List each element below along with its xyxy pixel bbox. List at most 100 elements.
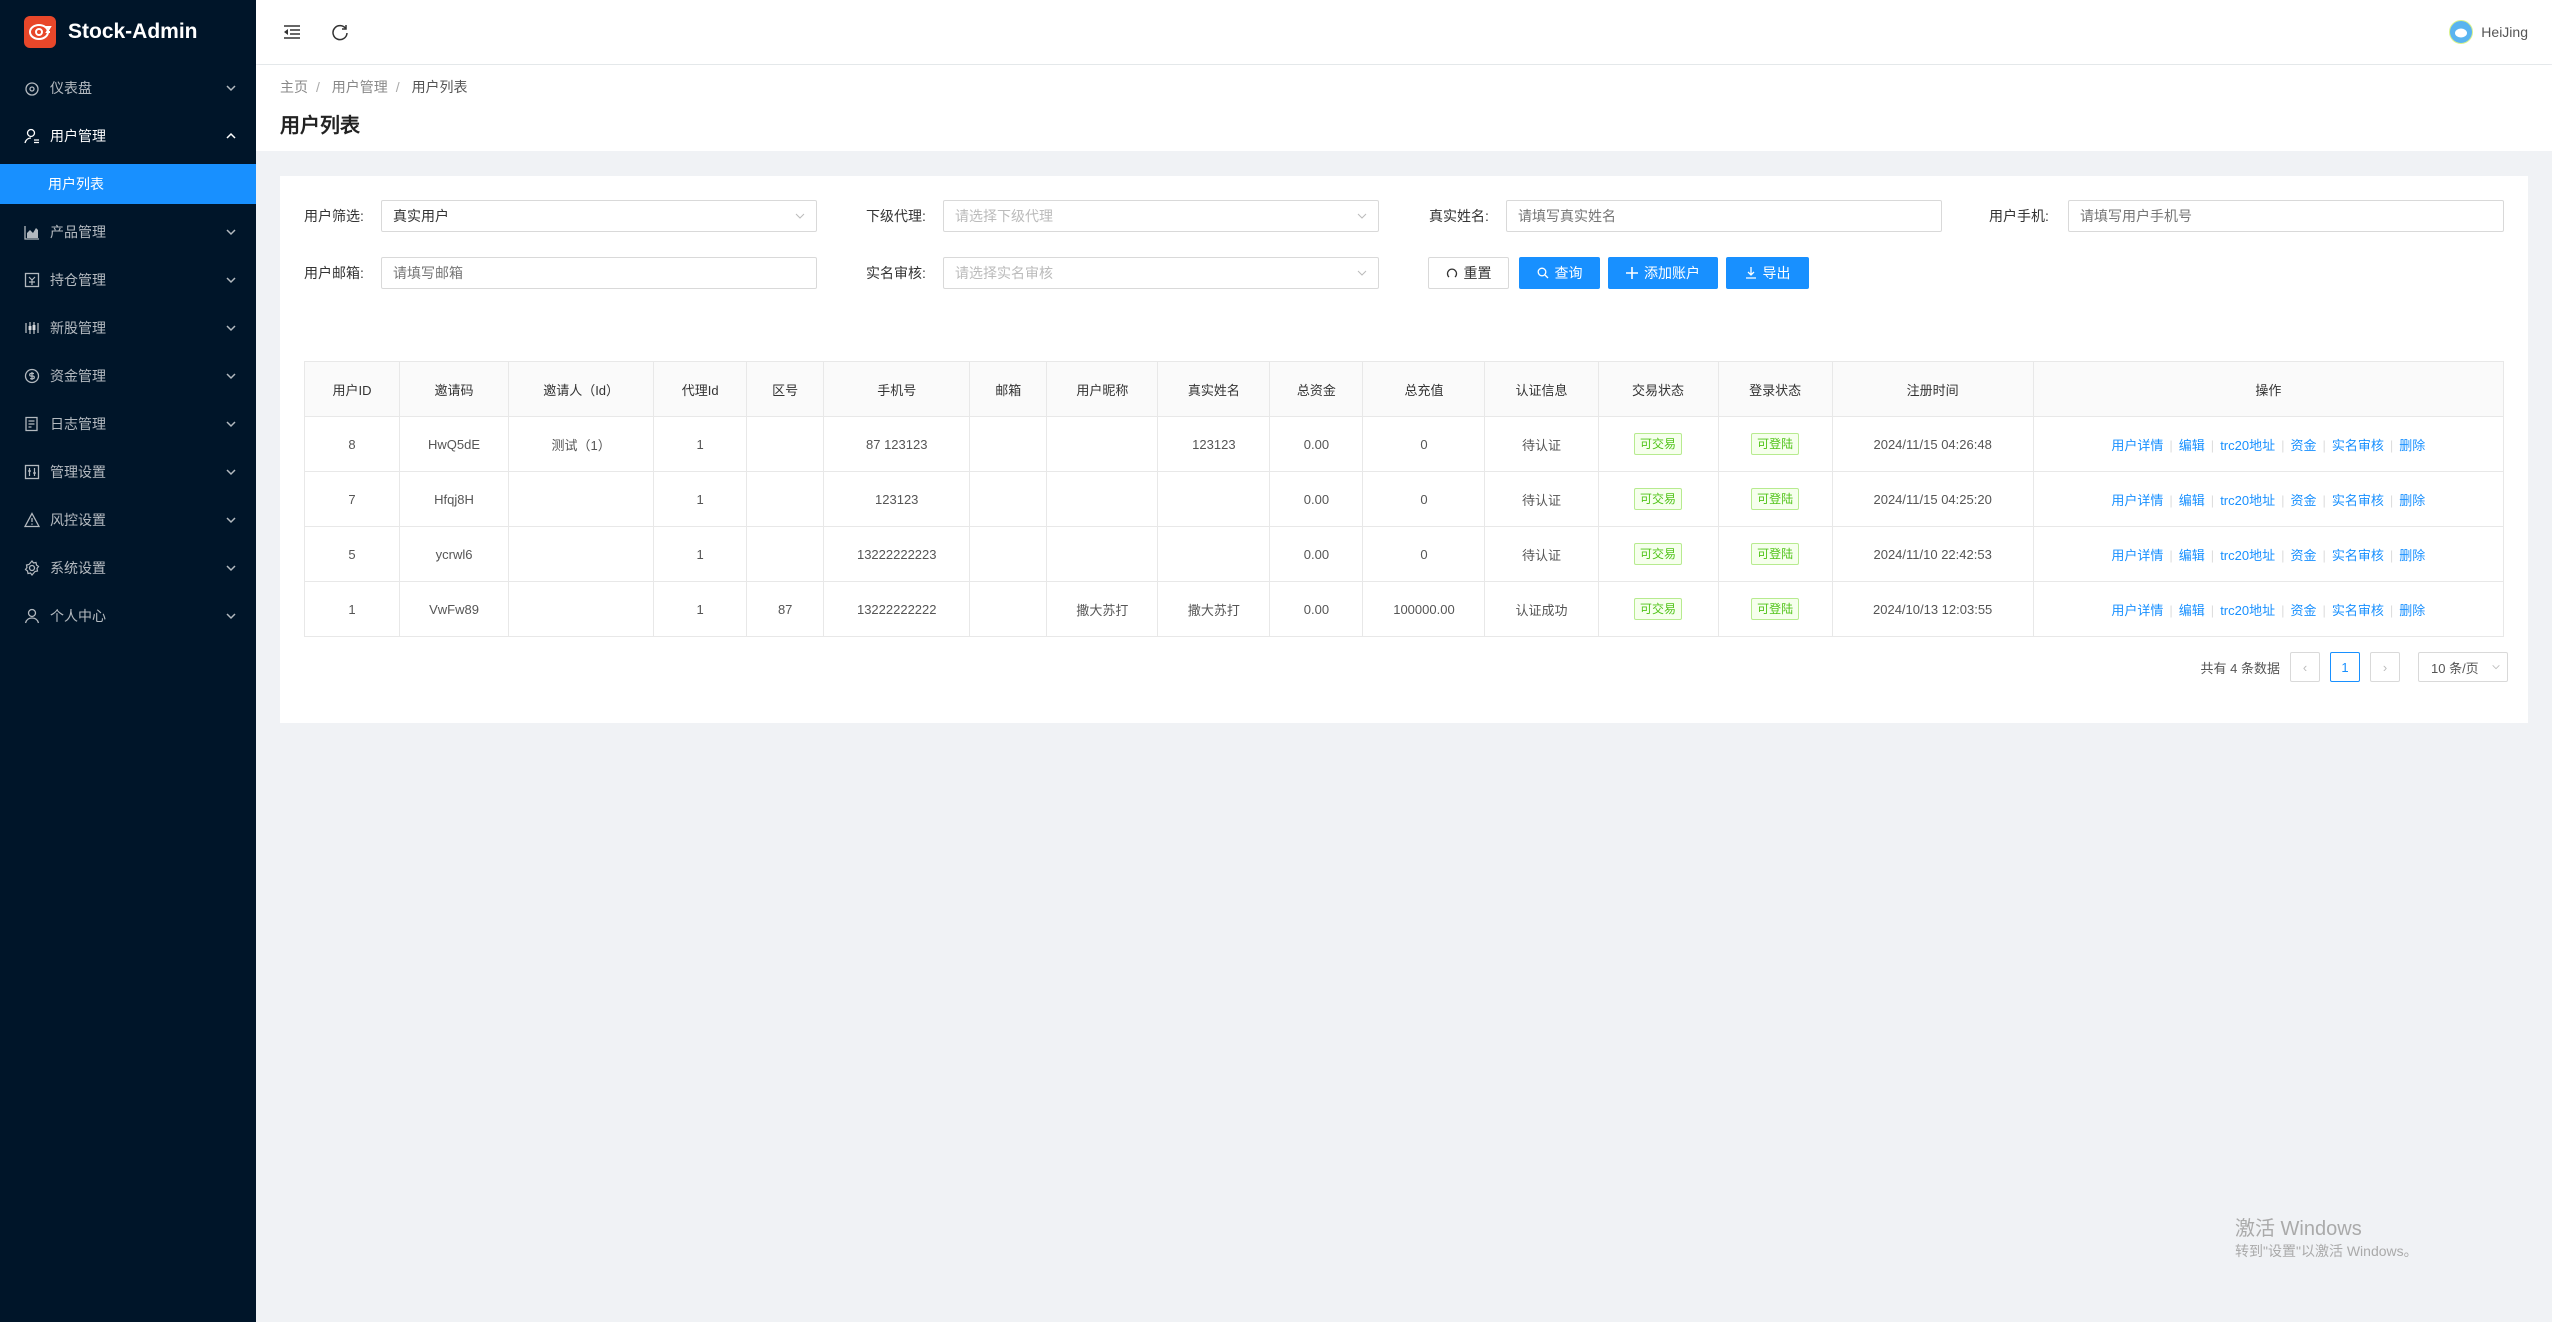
- logo[interactable]: Stock-Admin: [0, 0, 256, 64]
- sidebar-item-8[interactable]: 风控设置: [0, 496, 256, 544]
- menu-fold-icon: [284, 25, 300, 39]
- trade-status-badge: 可交易: [1634, 433, 1683, 455]
- action-link-0[interactable]: 用户详情: [2111, 603, 2163, 618]
- prev-page-button[interactable]: ‹: [2290, 652, 2320, 682]
- user-list-card: 用户筛选: 真实用户 下级代理: 请选择下级代理 真实姓名: 用户手机: 用户邮…: [280, 176, 2528, 723]
- agent-select[interactable]: 请选择下级代理: [943, 200, 1379, 232]
- export-button[interactable]: 导出: [1726, 257, 1809, 289]
- verify-select[interactable]: 请选择实名审核: [943, 257, 1379, 289]
- cell: 13222222222: [823, 581, 971, 637]
- sidebar-item-label: 新股管理: [50, 320, 106, 336]
- windows-activation-hint: 转到"设置"以激活 Windows。: [2235, 1243, 2418, 1259]
- cell: [1046, 471, 1159, 527]
- sidebar-item-7[interactable]: 管理设置: [0, 448, 256, 496]
- search-button[interactable]: 查询: [1519, 257, 1600, 289]
- chevron-down-icon: [226, 325, 236, 332]
- breadcrumb-home[interactable]: 主页: [280, 79, 308, 95]
- sidebar-item-9[interactable]: 系统设置: [0, 544, 256, 592]
- action-link-5[interactable]: 删除: [2399, 548, 2425, 563]
- action-link-1[interactable]: 编辑: [2179, 603, 2205, 618]
- cell: 2024/11/15 04:25:20: [1831, 471, 2034, 527]
- action-link-1[interactable]: 编辑: [2179, 493, 2205, 508]
- action-link-5[interactable]: 删除: [2399, 603, 2425, 618]
- sidebar-item-6[interactable]: 日志管理: [0, 400, 256, 448]
- action-link-3[interactable]: 资金: [2290, 438, 2316, 453]
- chevron-down-icon: [226, 277, 236, 284]
- sidebar-menu: 仪表盘用户管理用户列表 产品管理 持仓管理新股管理资金管理 日志管理 管理设置 风控设置系…: [0, 64, 256, 640]
- user-menu[interactable]: HeiJing: [2449, 20, 2528, 44]
- sidebar: Stock-Admin 仪表盘用户管理用户列表 产品管理 持仓管理新股管理资金管理日…: [0, 0, 256, 1322]
- page-button[interactable]: 1: [2330, 652, 2360, 682]
- action-link-5[interactable]: 删除: [2399, 493, 2425, 508]
- email-label: 用户邮箱:: [304, 265, 364, 281]
- cell: 待认证: [1484, 526, 1599, 582]
- phone-input[interactable]: [2068, 200, 2504, 232]
- action-link-4[interactable]: 实名审核: [2332, 438, 2384, 453]
- action-link-4[interactable]: 实名审核: [2332, 548, 2384, 563]
- cell: HwQ5dE: [399, 416, 510, 472]
- cell: 撒大苏打: [1157, 581, 1271, 637]
- add-account-button[interactable]: 添加账户: [1608, 257, 1718, 289]
- agent-placeholder: 请选择下级代理: [955, 208, 1053, 224]
- reset-icon: [1446, 268, 1457, 278]
- real-name-input[interactable]: [1506, 200, 1942, 232]
- user-filter-select[interactable]: 真实用户: [381, 200, 817, 232]
- table-row: 1 VwFw89 1 87 13222222222 撒大苏打 撒大苏打 0.00 100000.…: [303, 581, 2505, 637]
- action-link-1[interactable]: 编辑: [2179, 548, 2205, 563]
- cell: [969, 471, 1048, 527]
- logo-icon: [24, 16, 56, 48]
- sidebar-item-1[interactable]: 用户管理: [0, 112, 256, 160]
- total-count: 共有 4 条数据: [2200, 660, 2280, 676]
- action-link-3[interactable]: 资金: [2290, 493, 2316, 508]
- chevron-down-icon: [226, 517, 236, 524]
- column-header: 真实姓名: [1157, 361, 1271, 417]
- sidebar-item-2[interactable]: 产品管理: [0, 208, 256, 256]
- chart-icon: [24, 224, 40, 240]
- sidebar-item-0[interactable]: 仪表盘: [0, 64, 256, 112]
- action-link-0[interactable]: 用户详情: [2111, 548, 2163, 563]
- email-input[interactable]: [381, 257, 817, 289]
- action-link-3[interactable]: 资金: [2290, 603, 2316, 618]
- action-link-0[interactable]: 用户详情: [2111, 493, 2163, 508]
- cell: 0.00: [1269, 526, 1364, 582]
- cell: 可登陆: [1717, 471, 1833, 527]
- action-link-4[interactable]: 实名审核: [2332, 493, 2384, 508]
- sidebar-item-4[interactable]: 新股管理: [0, 304, 256, 352]
- action-link-5[interactable]: 删除: [2399, 438, 2425, 453]
- collapse-menu-button[interactable]: [280, 20, 304, 44]
- column-header: 交易状态: [1597, 361, 1719, 417]
- sidebar-item-5[interactable]: 资金管理: [0, 352, 256, 400]
- chevron-down-icon: [226, 421, 236, 428]
- cell: 8: [303, 416, 401, 472]
- sidebar-item-label: 用户管理: [50, 128, 106, 144]
- cell: 可交易: [1597, 416, 1719, 472]
- plus-icon: [1626, 267, 1638, 279]
- sidebar-item-3[interactable]: 持仓管理: [0, 256, 256, 304]
- cell: 100000.00: [1362, 581, 1486, 637]
- search-icon: [1537, 267, 1548, 279]
- sidebar-item-10[interactable]: 个人中心: [0, 592, 256, 640]
- action-link-1[interactable]: 编辑: [2179, 438, 2205, 453]
- action-link-2[interactable]: trc20地址: [2220, 603, 2275, 618]
- action-link-0[interactable]: 用户详情: [2111, 438, 2163, 453]
- cell: 1: [303, 581, 401, 637]
- action-link-2[interactable]: trc20地址: [2220, 548, 2275, 563]
- action-link-4[interactable]: 实名审核: [2332, 603, 2384, 618]
- log-icon: [24, 416, 40, 432]
- cell: 0: [1362, 526, 1486, 582]
- breadcrumb-user-manage[interactable]: 用户管理: [332, 79, 388, 95]
- sidebar-subitem-user-list[interactable]: 用户列表: [0, 164, 256, 204]
- page-size-select[interactable]: 10 条/页: [2418, 652, 2508, 682]
- cell: ycrwl6: [399, 526, 510, 582]
- table-row: 8 HwQ5dE 测试（1） 1 87 123123 123123 0.00 0 待认证 可交易 可…: [303, 416, 2505, 472]
- column-header: 用户昵称: [1046, 361, 1159, 417]
- cell: 撒大苏打: [1046, 581, 1159, 637]
- refresh-button[interactable]: [328, 20, 352, 44]
- reset-button[interactable]: 重置: [1428, 257, 1509, 289]
- next-page-button[interactable]: ›: [2370, 652, 2400, 682]
- actions-cell: 用户详情 | 编辑 | trc20地址 | 资金 | 实名审核 | 删除: [2032, 526, 2505, 582]
- action-link-3[interactable]: 资金: [2290, 548, 2316, 563]
- action-link-2[interactable]: trc20地址: [2220, 493, 2275, 508]
- trade-status-badge: 可交易: [1634, 488, 1683, 510]
- action-link-2[interactable]: trc20地址: [2220, 438, 2275, 453]
